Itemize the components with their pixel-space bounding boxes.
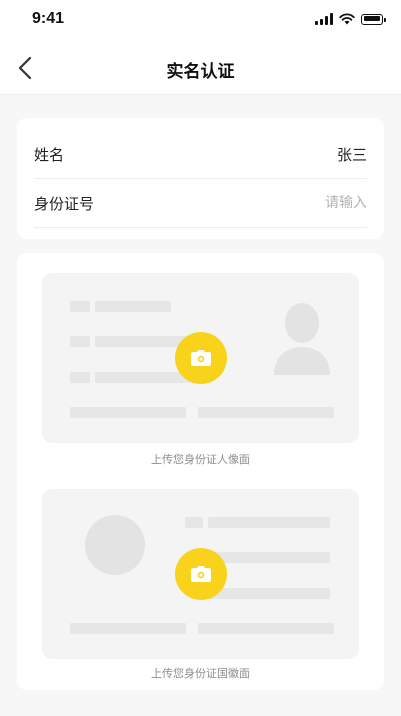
placeholder-line [198,407,334,418]
placeholder-line [208,588,330,599]
placeholder-line [95,301,171,312]
back-upload-caption: 上传您身份证国徽面 [151,667,250,680]
name-row: 姓名 张三 [34,130,367,179]
id-number-input[interactable] [207,195,367,211]
emblem-placeholder-icon [85,515,145,575]
back-camera-button[interactable] [175,548,227,600]
status-icons [315,12,386,26]
id-number-row: 身份证号 [34,179,367,228]
id-front-upload-area[interactable] [42,273,359,443]
front-upload-caption: 上传您身份证人像面 [151,453,250,466]
id-back-upload-area[interactable] [42,489,359,659]
camera-icon [191,350,211,366]
id-number-label: 身份证号 [34,194,95,213]
placeholder-line [70,372,90,383]
identity-form-card: 姓名 张三 身份证号 [17,118,384,239]
placeholder-line [185,517,203,528]
placeholder-line [70,301,90,312]
nav-bar: 实名认证 [0,40,401,95]
battery-icon [361,13,386,25]
placeholder-line [208,552,330,563]
status-bar: 9:41 [0,0,401,40]
placeholder-line [208,517,330,528]
placeholder-line [70,623,186,634]
name-value[interactable]: 张三 [337,144,367,165]
placeholder-line [198,623,334,634]
status-time: 9:41 [32,10,65,27]
camera-icon [191,566,211,582]
front-camera-button[interactable] [175,332,227,384]
wifi-icon [339,13,355,25]
name-label: 姓名 [34,145,65,164]
placeholder-line [70,336,90,347]
page-title: 实名认证 [166,62,235,82]
portrait-placeholder-icon [274,303,330,375]
placeholder-line [70,407,186,418]
signal-icon [315,13,333,25]
id-upload-card: 上传您身份证人像面 上传您身份证国徽面 [17,253,384,690]
